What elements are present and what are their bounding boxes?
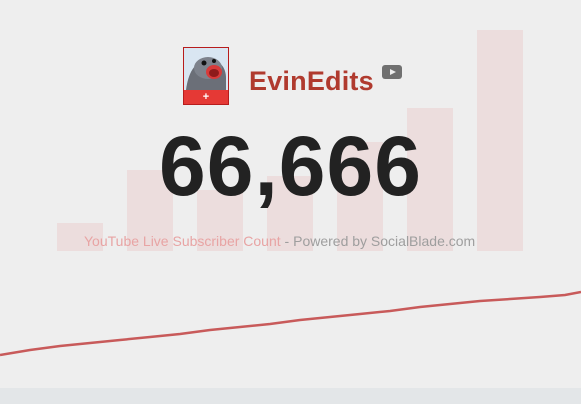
channel-header: + EvinEdits [183,46,402,106]
seal-avatar-icon [184,48,228,90]
channel-avatar[interactable]: + [183,47,229,105]
caption-separator: - [284,233,290,249]
subscriber-trend-graph [0,290,581,357]
powered-by-caption: YouTube Live Subscriber Count - Powered … [84,233,475,249]
bottom-strip [0,388,581,404]
trend-line [0,290,581,357]
channel-name[interactable]: EvinEdits [249,66,374,97]
youtube-icon[interactable] [381,65,402,79]
youtube-live-label[interactable]: YouTube Live Subscriber Count [84,233,281,249]
socialblade-link[interactable]: Powered by SocialBlade.com [293,233,475,249]
subscriber-count: 66,666 [159,119,422,213]
live-count-widget: + EvinEdits 66,666 YouTube Live Subscrib… [0,0,581,404]
avatar-badge: + [184,90,228,104]
